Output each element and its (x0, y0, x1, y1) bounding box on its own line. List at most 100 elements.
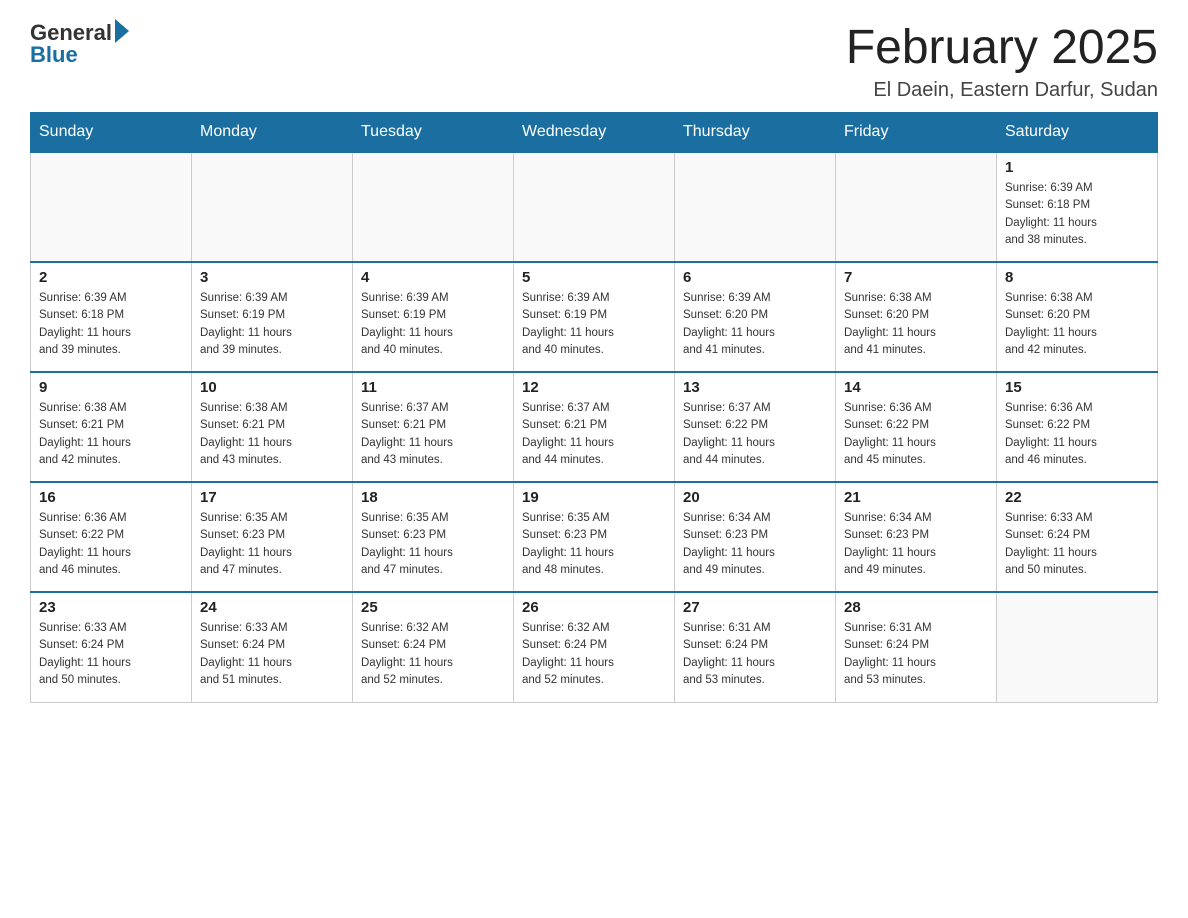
day-info: Sunrise: 6:39 AM Sunset: 6:18 PM Dayligh… (39, 290, 183, 359)
day-info: Sunrise: 6:33 AM Sunset: 6:24 PM Dayligh… (1005, 510, 1149, 579)
logo-arrow-icon (115, 19, 129, 43)
calendar-cell: 19 Sunrise: 6:35 AM Sunset: 6:23 PM Dayli… (514, 482, 675, 592)
calendar-cell: 23 Sunrise: 6:33 AM Sunset: 6:24 PM Dayli… (31, 592, 192, 702)
calendar-week-row: 16Sunrise: 6:36 AM Sunset: 6:22 PM Dayli… (31, 482, 1158, 592)
day-header-wednesday: Wednesday (514, 113, 675, 153)
month-title: February 2025 (846, 20, 1158, 75)
day-number: 26 (522, 599, 666, 616)
calendar-week-row: 1 Sunrise: 6:39 AM Sunset: 6:18 PM Daylig… (31, 152, 1158, 262)
location-text: El Daein, Eastern Darfur, Sudan (846, 79, 1158, 102)
day-info: Sunrise: 6:32 AM Sunset: 6:24 PM Dayligh… (522, 620, 666, 689)
calendar-cell: 14 Sunrise: 6:36 AM Sunset: 6:22 PM Dayli… (836, 372, 997, 482)
calendar-cell: 27Sunrise: 6:31 AM Sunset: 6:24 PM Dayli… (675, 592, 836, 702)
calendar-cell: 22 Sunrise: 6:33 AM Sunset: 6:24 PM Dayli… (997, 482, 1158, 592)
day-number: 14 (844, 379, 988, 396)
day-number: 22 (1005, 489, 1149, 506)
day-number: 11 (361, 379, 505, 396)
day-number: 6 (683, 269, 827, 286)
day-number: 10 (200, 379, 344, 396)
day-info: Sunrise: 6:39 AM Sunset: 6:19 PM Dayligh… (200, 290, 344, 359)
calendar-cell: 6 Sunrise: 6:39 AM Sunset: 6:20 PM Daylig… (675, 262, 836, 372)
calendar-cell: 10 Sunrise: 6:38 AM Sunset: 6:21 PM Dayli… (192, 372, 353, 482)
day-number: 2 (39, 269, 183, 286)
day-info: Sunrise: 6:35 AM Sunset: 6:23 PM Dayligh… (200, 510, 344, 579)
day-header-sunday: Sunday (31, 113, 192, 153)
day-number: 28 (844, 599, 988, 616)
day-header-tuesday: Tuesday (353, 113, 514, 153)
day-info: Sunrise: 6:37 AM Sunset: 6:22 PM Dayligh… (683, 400, 827, 469)
calendar-cell: 2 Sunrise: 6:39 AM Sunset: 6:18 PM Daylig… (31, 262, 192, 372)
logo-blue-text: Blue (30, 42, 78, 68)
calendar-cell (353, 152, 514, 262)
day-info: Sunrise: 6:38 AM Sunset: 6:21 PM Dayligh… (200, 400, 344, 469)
day-number: 27 (683, 599, 827, 616)
day-info: Sunrise: 6:37 AM Sunset: 6:21 PM Dayligh… (361, 400, 505, 469)
day-number: 3 (200, 269, 344, 286)
calendar-cell: 20 Sunrise: 6:34 AM Sunset: 6:23 PM Dayli… (675, 482, 836, 592)
calendar-week-row: 2 Sunrise: 6:39 AM Sunset: 6:18 PM Daylig… (31, 262, 1158, 372)
day-number: 23 (39, 599, 183, 616)
calendar-cell: 15Sunrise: 6:36 AM Sunset: 6:22 PM Dayli… (997, 372, 1158, 482)
day-number: 19 (522, 489, 666, 506)
day-info: Sunrise: 6:39 AM Sunset: 6:18 PM Dayligh… (1005, 180, 1149, 249)
day-header-saturday: Saturday (997, 113, 1158, 153)
day-info: Sunrise: 6:36 AM Sunset: 6:22 PM Dayligh… (844, 400, 988, 469)
calendar-cell: 4Sunrise: 6:39 AM Sunset: 6:19 PM Daylig… (353, 262, 514, 372)
calendar-cell (675, 152, 836, 262)
day-info: Sunrise: 6:35 AM Sunset: 6:23 PM Dayligh… (522, 510, 666, 579)
calendar-cell: 25Sunrise: 6:32 AM Sunset: 6:24 PM Dayli… (353, 592, 514, 702)
day-info: Sunrise: 6:39 AM Sunset: 6:20 PM Dayligh… (683, 290, 827, 359)
calendar-week-row: 9 Sunrise: 6:38 AM Sunset: 6:21 PM Daylig… (31, 372, 1158, 482)
day-number: 1 (1005, 159, 1149, 176)
day-number: 9 (39, 379, 183, 396)
day-number: 20 (683, 489, 827, 506)
day-info: Sunrise: 6:34 AM Sunset: 6:23 PM Dayligh… (683, 510, 827, 579)
day-number: 21 (844, 489, 988, 506)
day-header-thursday: Thursday (675, 113, 836, 153)
calendar-week-row: 23 Sunrise: 6:33 AM Sunset: 6:24 PM Dayli… (31, 592, 1158, 702)
calendar-cell: 1 Sunrise: 6:39 AM Sunset: 6:18 PM Daylig… (997, 152, 1158, 262)
calendar-cell: 8 Sunrise: 6:38 AM Sunset: 6:20 PM Daylig… (997, 262, 1158, 372)
day-info: Sunrise: 6:35 AM Sunset: 6:23 PM Dayligh… (361, 510, 505, 579)
day-number: 4 (361, 269, 505, 286)
day-number: 18 (361, 489, 505, 506)
day-info: Sunrise: 6:36 AM Sunset: 6:22 PM Dayligh… (1005, 400, 1149, 469)
day-info: Sunrise: 6:32 AM Sunset: 6:24 PM Dayligh… (361, 620, 505, 689)
day-number: 13 (683, 379, 827, 396)
title-block: February 2025 El Daein, Eastern Darfur, … (846, 20, 1158, 102)
day-info: Sunrise: 6:33 AM Sunset: 6:24 PM Dayligh… (200, 620, 344, 689)
day-info: Sunrise: 6:36 AM Sunset: 6:22 PM Dayligh… (39, 510, 183, 579)
calendar-table: SundayMondayTuesdayWednesdayThursdayFrid… (30, 112, 1158, 703)
calendar-cell (997, 592, 1158, 702)
calendar-cell: 28Sunrise: 6:31 AM Sunset: 6:24 PM Dayli… (836, 592, 997, 702)
calendar-cell (192, 152, 353, 262)
calendar-cell: 18 Sunrise: 6:35 AM Sunset: 6:23 PM Dayli… (353, 482, 514, 592)
calendar-cell: 9 Sunrise: 6:38 AM Sunset: 6:21 PM Daylig… (31, 372, 192, 482)
day-info: Sunrise: 6:39 AM Sunset: 6:19 PM Dayligh… (522, 290, 666, 359)
day-info: Sunrise: 6:37 AM Sunset: 6:21 PM Dayligh… (522, 400, 666, 469)
day-header-monday: Monday (192, 113, 353, 153)
day-number: 17 (200, 489, 344, 506)
calendar-cell: 5 Sunrise: 6:39 AM Sunset: 6:19 PM Daylig… (514, 262, 675, 372)
calendar-cell: 26 Sunrise: 6:32 AM Sunset: 6:24 PM Dayli… (514, 592, 675, 702)
day-number: 5 (522, 269, 666, 286)
day-header-friday: Friday (836, 113, 997, 153)
day-info: Sunrise: 6:38 AM Sunset: 6:20 PM Dayligh… (1005, 290, 1149, 359)
day-info: Sunrise: 6:33 AM Sunset: 6:24 PM Dayligh… (39, 620, 183, 689)
calendar-cell: 16Sunrise: 6:36 AM Sunset: 6:22 PM Dayli… (31, 482, 192, 592)
calendar-cell: 3 Sunrise: 6:39 AM Sunset: 6:19 PM Daylig… (192, 262, 353, 372)
day-info: Sunrise: 6:38 AM Sunset: 6:20 PM Dayligh… (844, 290, 988, 359)
day-info: Sunrise: 6:38 AM Sunset: 6:21 PM Dayligh… (39, 400, 183, 469)
day-info: Sunrise: 6:34 AM Sunset: 6:23 PM Dayligh… (844, 510, 988, 579)
calendar-cell: 13 Sunrise: 6:37 AM Sunset: 6:22 PM Dayli… (675, 372, 836, 482)
day-number: 8 (1005, 269, 1149, 286)
calendar-cell (514, 152, 675, 262)
calendar-cell: 21 Sunrise: 6:34 AM Sunset: 6:23 PM Dayli… (836, 482, 997, 592)
calendar-cell (31, 152, 192, 262)
calendar-cell: 24 Sunrise: 6:33 AM Sunset: 6:24 PM Dayli… (192, 592, 353, 702)
page-header: General Blue February 2025 El Daein, Eas… (30, 20, 1158, 102)
calendar-cell: 7 Sunrise: 6:38 AM Sunset: 6:20 PM Daylig… (836, 262, 997, 372)
calendar-header-row: SundayMondayTuesdayWednesdayThursdayFrid… (31, 113, 1158, 153)
day-number: 7 (844, 269, 988, 286)
day-number: 24 (200, 599, 344, 616)
